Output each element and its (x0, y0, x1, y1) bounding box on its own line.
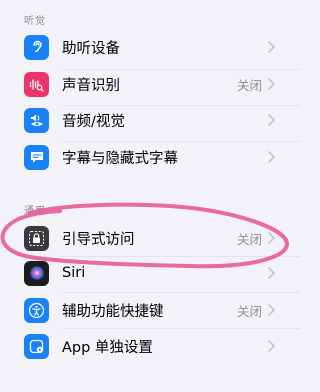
captions-icon (24, 144, 49, 170)
chevron-right-icon (268, 340, 275, 352)
row-label: 字幕与隐藏式字幕 (62, 150, 178, 167)
sound-recognition-icon (24, 71, 49, 97)
row-per-app-settings[interactable]: App 单独设置 (0, 324, 300, 368)
row-value: 关闭 (236, 77, 262, 93)
accessibility-settings-page: 听觉 助听设备 声音识别 关闭 音频/视觉 字幕与隐藏式字幕 通用 引导式访问 … (0, 0, 300, 392)
chevron-right-icon (268, 267, 275, 279)
row-value: 关闭 (236, 303, 262, 319)
row-value: 关闭 (236, 231, 262, 247)
chevron-right-icon (268, 114, 275, 126)
row-label: Siri (62, 265, 86, 281)
audio-visual-icon (24, 107, 49, 133)
row-label: 辅助功能快捷键 (62, 303, 164, 320)
section-header-general: 通用 (24, 206, 46, 217)
chevron-right-icon (268, 78, 275, 90)
row-label: 音频/视觉 (62, 113, 125, 130)
app-settings-icon (24, 333, 49, 359)
chevron-right-icon (268, 41, 275, 53)
row-subtitles-captioning[interactable]: 字幕与隐藏式字幕 (0, 135, 300, 179)
lock-icon (24, 225, 49, 251)
row-label: 助听设备 (62, 40, 120, 57)
siri-icon (24, 260, 49, 286)
row-label: 声音识别 (62, 77, 120, 94)
chevron-right-icon (268, 232, 275, 244)
accessibility-icon (24, 297, 49, 323)
row-label: App 单独设置 (62, 339, 153, 356)
ear-icon (24, 34, 49, 60)
chevron-right-icon (268, 304, 275, 316)
chevron-right-icon (268, 151, 275, 163)
row-label: 引导式访问 (62, 231, 135, 248)
